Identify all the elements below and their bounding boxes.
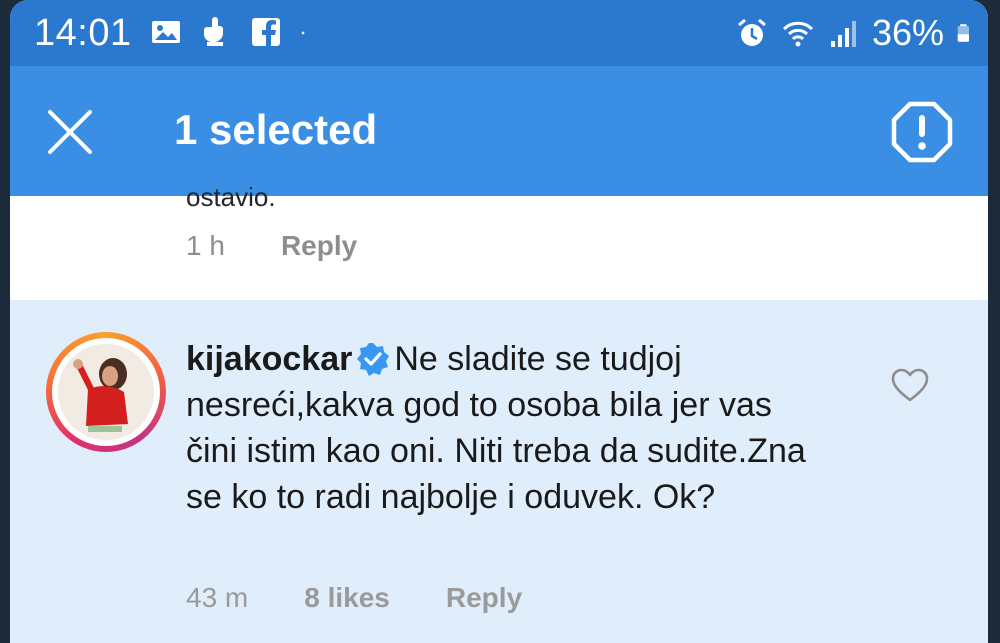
reply-button[interactable]: Reply xyxy=(446,582,522,614)
status-system-icons: 36% xyxy=(736,12,974,54)
verified-badge-icon xyxy=(357,343,390,376)
report-icon[interactable] xyxy=(890,100,954,164)
battery-percent: 36% xyxy=(871,12,944,53)
previous-comment: ostavio. 1 h Reply xyxy=(10,182,988,300)
close-icon[interactable] xyxy=(40,102,100,162)
status-time: 14:01 xyxy=(34,12,132,54)
avatar[interactable] xyxy=(46,332,166,452)
alarm-icon xyxy=(737,18,766,46)
previous-comment-time: 1 h xyxy=(186,230,225,261)
battery-icon xyxy=(957,24,969,42)
previous-comment-text: ostavio. xyxy=(186,182,276,212)
signal-icon xyxy=(830,21,856,47)
facebook-icon xyxy=(252,18,280,46)
avatar-figure xyxy=(58,344,154,440)
hand-icon xyxy=(204,17,223,46)
previous-reply-button[interactable]: Reply xyxy=(281,230,357,262)
phone-screen: 14:01 36% 1 selected ostavio. 1 h Reply … xyxy=(10,0,988,643)
status-notification-icons xyxy=(150,16,314,48)
comment-likes[interactable]: 8 likes xyxy=(304,582,390,614)
avatar-photo xyxy=(58,344,154,440)
comment-username[interactable]: kijakockar xyxy=(186,340,352,378)
selected-comment[interactable]: kijakockar Ne sladite se tudjoj nesreći,… xyxy=(10,300,988,643)
comment-meta: 43 m 8 likes Reply xyxy=(186,582,522,614)
status-bar: 14:01 36% xyxy=(10,0,988,66)
wifi-icon xyxy=(782,21,813,47)
heart-outline-icon[interactable] xyxy=(890,366,930,406)
comment-time: 43 m xyxy=(186,582,249,613)
gallery-icon xyxy=(152,21,180,43)
comment-body: kijakockar Ne sladite se tudjoj nesreći,… xyxy=(186,336,806,520)
previous-comment-meta: 1 h Reply xyxy=(186,230,357,262)
selection-count-title: 1 selected xyxy=(174,106,378,153)
selection-app-bar: 1 selected xyxy=(10,66,988,196)
dot-icon xyxy=(301,31,305,35)
